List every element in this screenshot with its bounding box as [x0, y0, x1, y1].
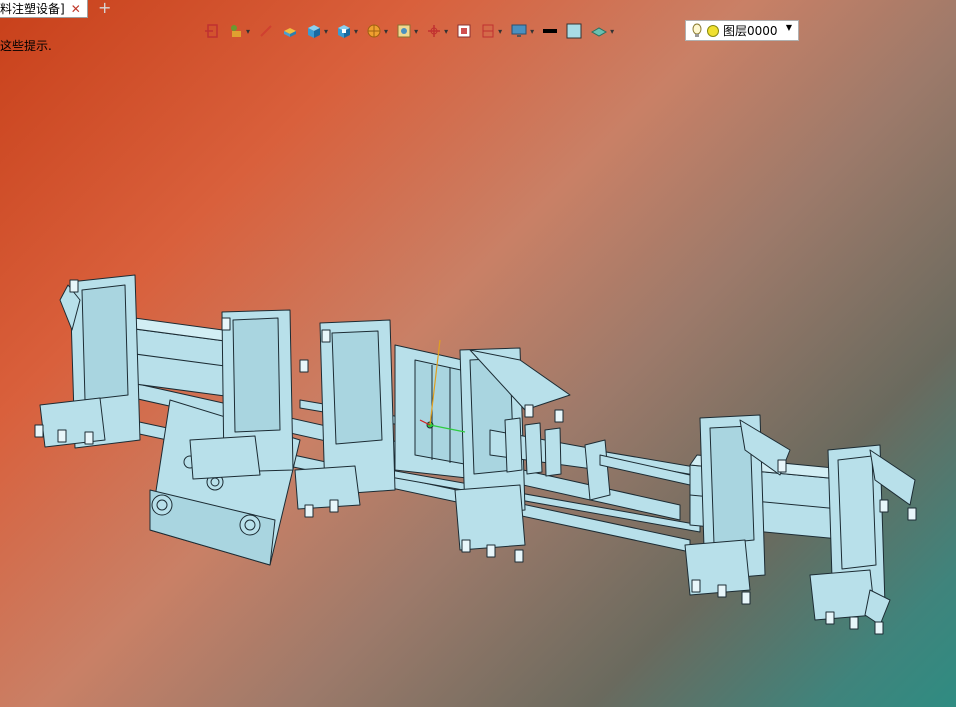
layer-dropdown[interactable]: 图层0000 ▼	[685, 20, 799, 41]
monitor-icon[interactable]: ▾	[510, 23, 534, 39]
document-tab-bar: 料注塑设备] ✕ +	[0, 0, 956, 18]
status-hint: 这些提示.	[0, 39, 52, 53]
view-icon[interactable]: ▾	[396, 23, 418, 39]
add-tab-icon[interactable]: +	[98, 0, 111, 17]
view-toolbar: ▾ ▾ ▾ ▾ ▾ ▾ ▾ ▾ ▾	[204, 21, 622, 41]
pen-icon[interactable]	[258, 23, 274, 39]
center-platen	[294, 319, 396, 510]
close-icon[interactable]: ✕	[71, 1, 81, 17]
document-tab[interactable]: 料注塑设备] ✕	[0, 0, 88, 18]
3d-viewport[interactable]: 料注塑设备] ✕ + 这些提示. ▾ ▾ ▾ ▾ ▾ ▾ ▾ ▾ ▾ 图层000…	[0, 0, 956, 707]
chevron-down-icon[interactable]: ▼	[786, 23, 792, 32]
left-end-platen	[39, 274, 141, 449]
feature-icon[interactable]: ▾	[228, 23, 250, 39]
injection-molding-machine-model[interactable]	[0, 0, 956, 707]
sphere-icon[interactable]: ▾	[366, 23, 388, 39]
exit-sketch-icon[interactable]	[204, 23, 220, 39]
sun-icon	[707, 24, 719, 37]
frame-icon[interactable]	[456, 23, 472, 39]
shell-icon[interactable]: ▾	[336, 23, 358, 39]
line-weight-icon[interactable]	[542, 23, 558, 39]
box-icon[interactable]: ▾	[306, 23, 328, 39]
lightbulb-icon	[692, 23, 702, 37]
layer-name: 图层0000	[723, 24, 778, 38]
document-tab-title: 料注塑设备]	[0, 1, 65, 16]
axis-icon[interactable]: ▾	[426, 23, 448, 39]
layer-style-icon[interactable]: ▾	[590, 23, 614, 39]
section-icon[interactable]: ▾	[480, 23, 502, 39]
color-fill-icon[interactable]	[566, 23, 582, 39]
extrude-icon[interactable]	[282, 23, 298, 39]
